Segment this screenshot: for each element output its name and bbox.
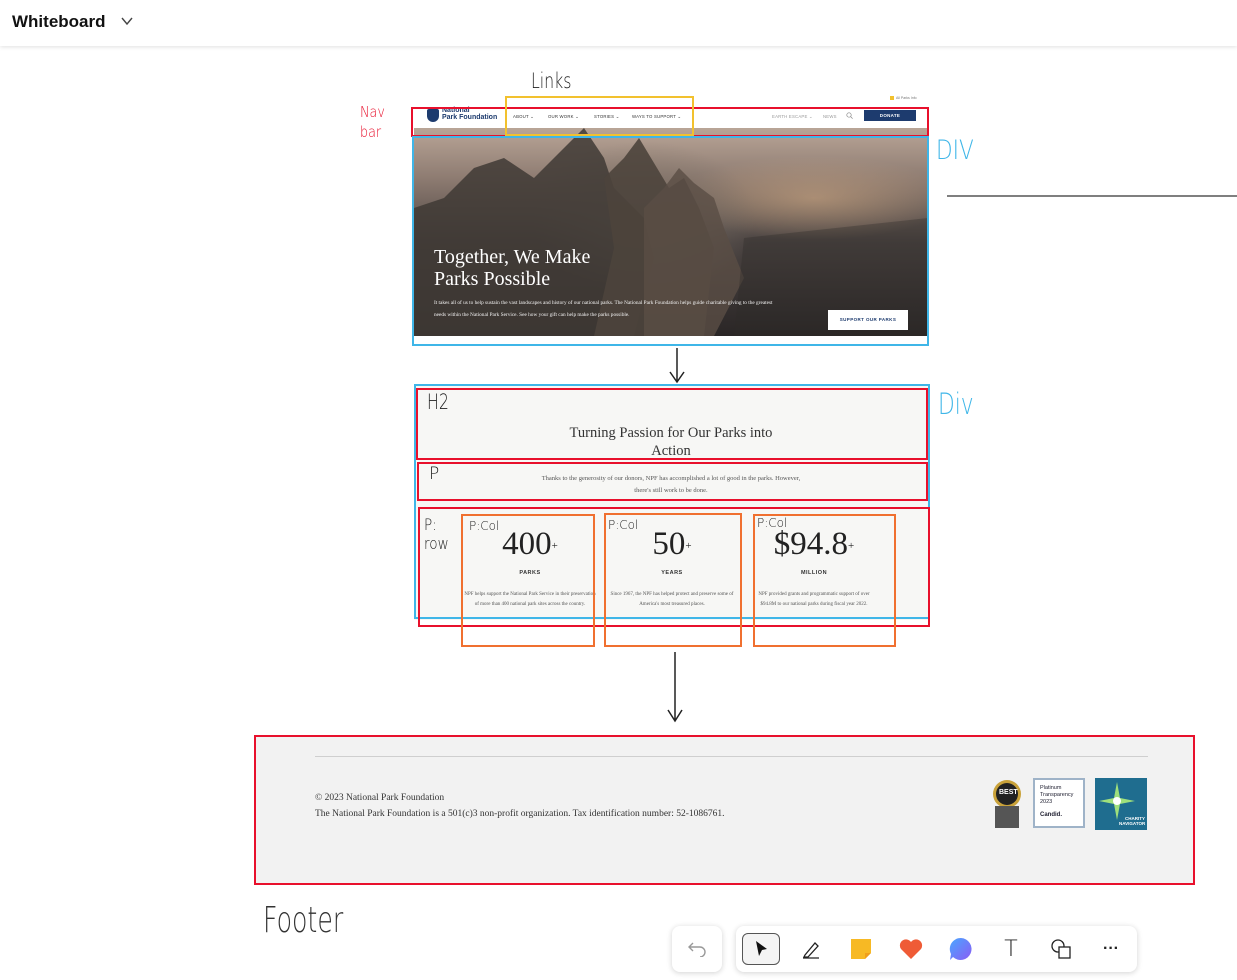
sticky-note-tool-button[interactable] <box>842 933 880 965</box>
annotation-links[interactable]: Links <box>531 69 571 93</box>
text-icon: T <box>1004 936 1018 962</box>
app-title[interactable]: Whiteboard <box>12 12 106 32</box>
footer-box[interactable] <box>254 735 1195 885</box>
bottom-toolbar: T ··· <box>736 926 1137 972</box>
shapes-tool-button[interactable] <box>1042 933 1080 965</box>
text-tool-button[interactable]: T <box>992 933 1030 965</box>
arrow-down-icon[interactable] <box>669 348 685 384</box>
annotation-footer[interactable]: Footer <box>263 900 343 941</box>
more-icon: ··· <box>1103 940 1119 957</box>
undo-icon[interactable] <box>687 941 707 957</box>
annotation-p-col-1[interactable]: P:Col <box>469 519 499 533</box>
more-tools-button[interactable]: ··· <box>1092 933 1130 965</box>
annotation-div-2[interactable]: Div <box>938 387 974 421</box>
annotation-layer <box>254 96 1237 885</box>
annotation-nav-bar[interactable]: Nav bar <box>360 102 389 142</box>
links-box[interactable] <box>505 96 694 136</box>
navbar-box[interactable] <box>411 107 929 137</box>
annotation-p-row[interactable]: P: row <box>424 515 449 553</box>
annotation-p-col-3[interactable]: P:Col <box>757 516 787 530</box>
select-tool-button[interactable] <box>742 933 780 965</box>
chevron-down-icon[interactable] <box>120 14 134 28</box>
pen-tool-button[interactable] <box>792 933 830 965</box>
arrow-down-icon[interactable] <box>667 652 683 723</box>
app-header: Whiteboard <box>0 0 1237 46</box>
annotation-h2[interactable]: H2 <box>427 390 449 414</box>
undo-button[interactable] <box>672 926 722 972</box>
annotation-p[interactable]: P <box>429 464 439 484</box>
reaction-icon <box>899 939 923 959</box>
h2-box[interactable] <box>416 388 928 460</box>
shapes-icon <box>1051 939 1071 959</box>
comment-icon <box>949 937 972 960</box>
reaction-tool-button[interactable] <box>892 933 930 965</box>
pen-icon <box>802 942 819 959</box>
annotation-div-1[interactable]: DIV <box>936 135 974 166</box>
annotation-p-col-2[interactable]: P:Col <box>608 518 638 532</box>
comment-tool-button[interactable] <box>942 933 980 965</box>
sticky-note-icon <box>851 939 871 959</box>
section-div-box[interactable] <box>414 384 930 619</box>
p-box[interactable] <box>417 462 928 501</box>
hero-div-box[interactable] <box>412 136 929 346</box>
select-icon <box>756 941 767 956</box>
